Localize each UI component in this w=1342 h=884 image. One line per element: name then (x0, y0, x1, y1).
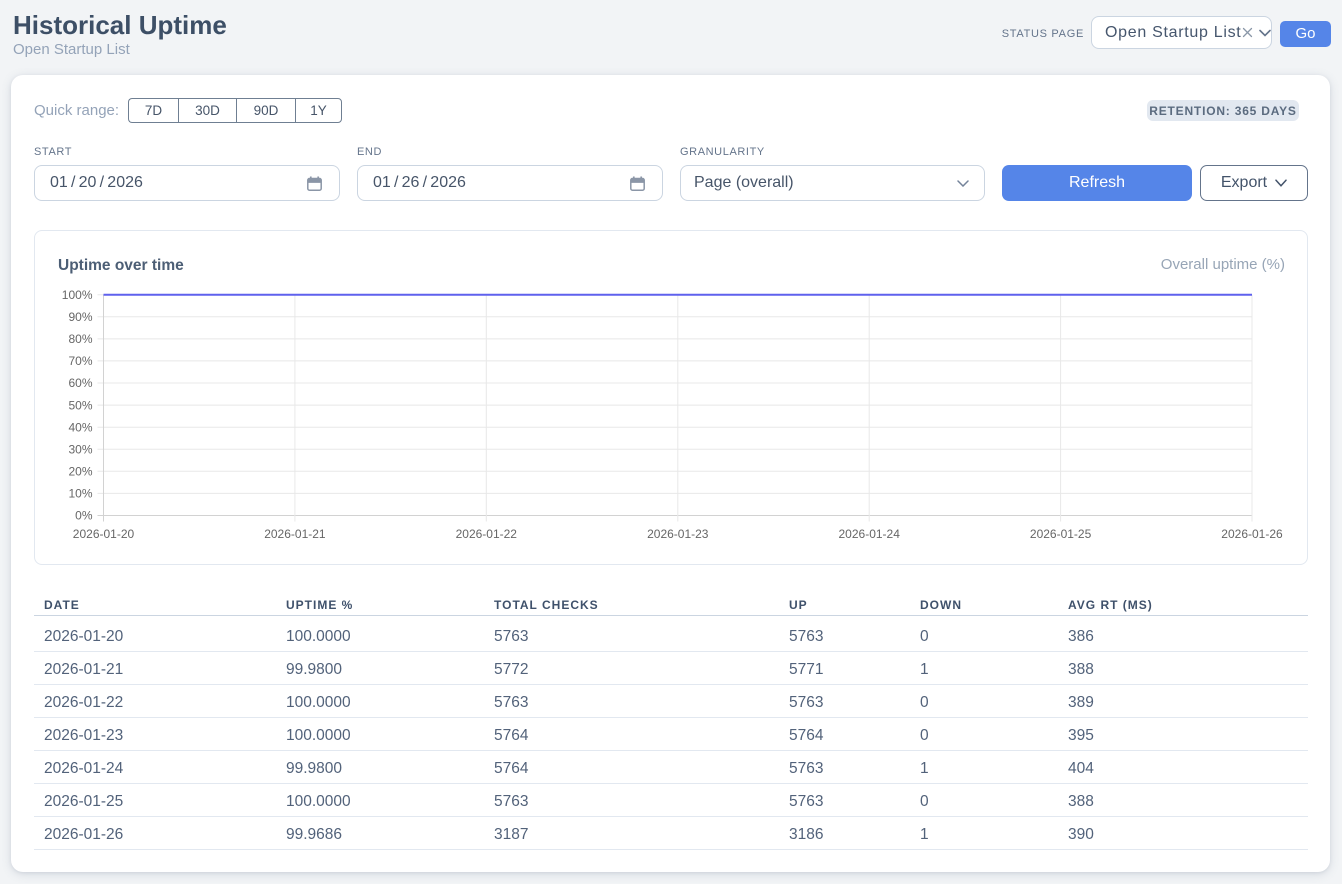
svg-text:0%: 0% (75, 509, 93, 523)
svg-text:90%: 90% (68, 310, 92, 324)
svg-text:2026-01-21: 2026-01-21 (264, 527, 326, 541)
svg-text:2026-01-20: 2026-01-20 (73, 527, 135, 541)
svg-text:2026-01-23: 2026-01-23 (647, 527, 709, 541)
svg-text:10%: 10% (68, 487, 92, 501)
svg-text:20%: 20% (68, 465, 92, 479)
svg-text:60%: 60% (68, 376, 92, 390)
svg-text:50%: 50% (68, 398, 92, 412)
svg-text:100%: 100% (62, 288, 93, 302)
svg-text:70%: 70% (68, 354, 92, 368)
svg-text:2026-01-22: 2026-01-22 (456, 527, 518, 541)
svg-text:30%: 30% (68, 443, 92, 457)
svg-text:2026-01-26: 2026-01-26 (1221, 527, 1283, 541)
svg-text:2026-01-25: 2026-01-25 (1030, 527, 1092, 541)
svg-text:2026-01-24: 2026-01-24 (839, 527, 901, 541)
svg-text:80%: 80% (68, 332, 92, 346)
svg-text:40%: 40% (68, 420, 92, 434)
